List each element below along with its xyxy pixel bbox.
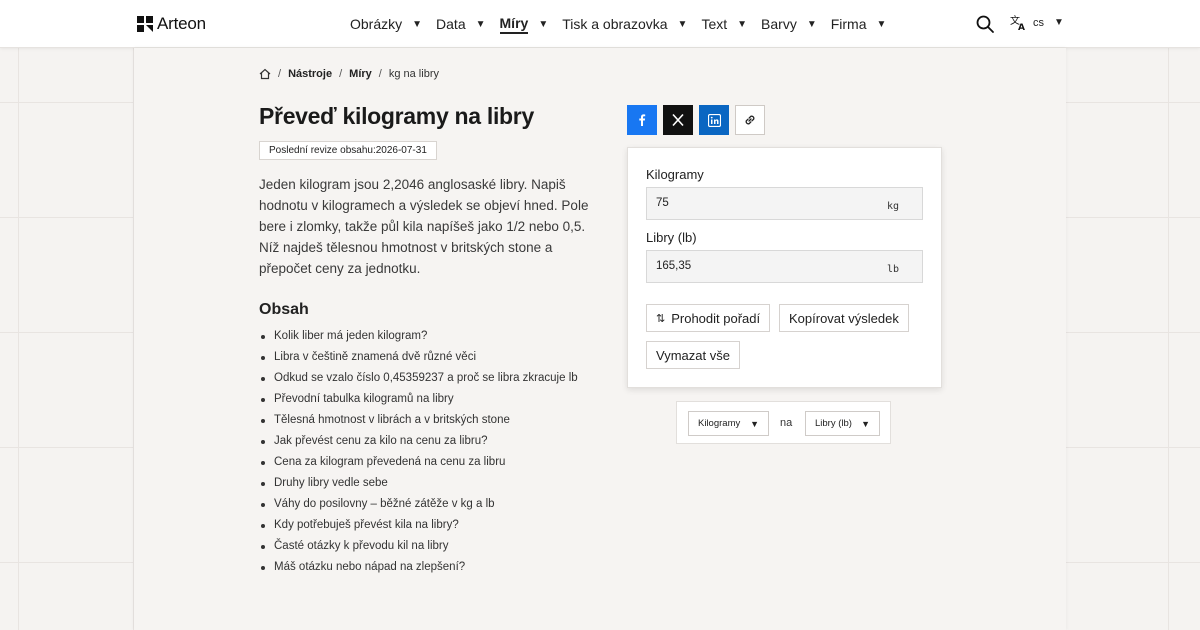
language-switcher[interactable]: 文 A cs ▼ bbox=[1010, 14, 1064, 31]
copy-result-label: Kopírovat výsledek bbox=[789, 310, 899, 326]
copy-link-button[interactable] bbox=[735, 105, 765, 135]
to-unit-select[interactable]: Libry (lb) ▼ bbox=[805, 411, 880, 436]
pounds-unit: lb bbox=[886, 264, 899, 275]
search-icon bbox=[976, 15, 994, 33]
toc-item[interactable]: Časté otázky k převodu kil na libry bbox=[259, 536, 578, 557]
caret-down-icon: ▼ bbox=[750, 418, 759, 429]
facebook-icon bbox=[639, 114, 646, 126]
logo[interactable]: Arteon bbox=[137, 14, 206, 34]
unit-switch: Kilogramy ▼ na Libry (lb) ▼ bbox=[676, 401, 891, 444]
table-of-contents: Kolik liber má jeden kilogram? Libra v č… bbox=[259, 326, 578, 578]
linkedin-icon bbox=[707, 113, 721, 127]
caret-down-icon: ▼ bbox=[677, 18, 688, 30]
toc-item[interactable]: Libra v češtině znamená dvě různé věci bbox=[259, 347, 578, 368]
x-icon bbox=[672, 113, 684, 127]
clear-all-label: Vymazat vše bbox=[656, 347, 730, 363]
language-code: cs bbox=[1033, 16, 1044, 29]
to-unit-value: Libry (lb) bbox=[815, 418, 852, 429]
swap-order-button[interactable]: ⇅ Prohodit pořadí bbox=[646, 304, 771, 332]
nav-item-tisk[interactable]: Tisk a obrazovka ▼ bbox=[562, 0, 687, 48]
kilograms-unit: kg bbox=[886, 201, 899, 212]
nav-label: Tisk a obrazovka bbox=[562, 16, 668, 32]
breadcrumb-separator: / bbox=[278, 68, 282, 80]
swap-icon: ⇅ bbox=[656, 312, 666, 325]
breadcrumb-current: kg na libry bbox=[388, 68, 439, 80]
arteon-logo-icon bbox=[137, 16, 153, 32]
kilograms-input[interactable] bbox=[656, 197, 856, 209]
caret-down-icon: ▼ bbox=[538, 18, 549, 30]
toc-item[interactable]: Máš otázku nebo nápad na zlepšení? bbox=[259, 557, 578, 578]
copy-result-button[interactable]: Kopírovat výsledek bbox=[779, 304, 909, 332]
translate-icon: 文 A bbox=[1010, 14, 1025, 31]
caret-down-icon: ▼ bbox=[412, 18, 423, 30]
intro-paragraph: Jeden kilogram jsou 2,2046 anglosaské li… bbox=[259, 177, 589, 276]
nav-label: Data bbox=[436, 16, 466, 32]
page-title: Převeď kilogramy na libry bbox=[259, 103, 534, 129]
caret-down-icon: ▼ bbox=[737, 18, 748, 30]
toc-item[interactable]: Odkud se vzalo číslo 0,45359237 a proč s… bbox=[259, 368, 578, 389]
toc-title: Obsah bbox=[259, 301, 309, 318]
toc-item[interactable]: Jak převést cenu za kilo na cenu za libr… bbox=[259, 431, 578, 452]
pounds-input[interactable] bbox=[656, 260, 856, 272]
breadcrumb-separator: / bbox=[378, 68, 382, 80]
pounds-label: Libry (lb) bbox=[646, 230, 697, 245]
toc-item[interactable]: Cena za kilogram převedená na cenu za li… bbox=[259, 452, 578, 473]
nav-item-data[interactable]: Data ▼ bbox=[436, 0, 485, 48]
toc-item[interactable]: Kolik liber má jeden kilogram? bbox=[259, 326, 578, 347]
toc-item[interactable]: Tělesná hmotnost v librách a v britských… bbox=[259, 410, 578, 431]
main-nav: Obrázky ▼ Data ▼ Míry ▼ Tisk a obrazovka ▼ T… bbox=[350, 0, 900, 48]
home-icon[interactable] bbox=[259, 68, 271, 80]
share-x-button[interactable] bbox=[663, 105, 693, 135]
breadcrumb-nastroje[interactable]: Nástroje bbox=[288, 68, 332, 80]
nav-item-firma[interactable]: Firma ▼ bbox=[831, 0, 887, 48]
share-buttons bbox=[627, 105, 765, 135]
clear-all-button[interactable]: Vymazat vše bbox=[646, 341, 740, 369]
top-bar: Arteon Obrázky ▼ Data ▼ Míry ▼ Tisk a obraz… bbox=[0, 0, 1200, 48]
caret-down-icon: ▼ bbox=[806, 18, 817, 30]
nav-item-obrazky[interactable]: Obrázky ▼ bbox=[350, 0, 422, 48]
revision-badge: Poslední revize obsahu:2026-07-31 bbox=[259, 141, 437, 160]
nav-label: Text bbox=[701, 16, 728, 32]
nav-label: Obrázky bbox=[350, 16, 403, 32]
breadcrumb-miry[interactable]: Míry bbox=[349, 68, 372, 80]
from-unit-select[interactable]: Kilogramy ▼ bbox=[688, 411, 769, 436]
nav-label: Míry bbox=[499, 15, 529, 34]
toc-item[interactable]: Druhy libry vedle sebe bbox=[259, 473, 578, 494]
logo-text: Arteon bbox=[157, 14, 206, 33]
nav-item-miry[interactable]: Míry ▼ bbox=[499, 0, 549, 48]
converter-panel: Kilogramy kg Libry (lb) lb ⇅ Prohodit po… bbox=[627, 147, 942, 388]
breadcrumb-separator: / bbox=[339, 68, 343, 80]
from-unit-value: Kilogramy bbox=[698, 418, 741, 429]
nav-item-text[interactable]: Text ▼ bbox=[701, 0, 747, 48]
caret-down-icon: ▼ bbox=[861, 418, 870, 429]
nav-item-barvy[interactable]: Barvy ▼ bbox=[761, 0, 817, 48]
share-facebook-button[interactable] bbox=[627, 105, 657, 135]
kilograms-label: Kilogramy bbox=[646, 167, 704, 182]
caret-down-icon: ▼ bbox=[1054, 17, 1064, 28]
caret-down-icon: ▼ bbox=[475, 18, 486, 30]
nav-label: Firma bbox=[830, 16, 867, 32]
toc-item[interactable]: Převodní tabulka kilogramů na libry bbox=[259, 389, 578, 410]
breadcrumb: / Nástroje / Míry / kg na libry bbox=[259, 68, 439, 80]
caret-down-icon: ▼ bbox=[876, 18, 887, 30]
search-button[interactable] bbox=[975, 14, 995, 34]
nav-label: Barvy bbox=[761, 16, 797, 32]
svg-text:A: A bbox=[1018, 23, 1025, 31]
share-linkedin-button[interactable] bbox=[699, 105, 729, 135]
toc-item[interactable]: Váhy do posilovny – běžné zátěže v kg a … bbox=[259, 494, 578, 515]
kilograms-field[interactable]: kg bbox=[646, 187, 923, 220]
pounds-field[interactable]: lb bbox=[646, 250, 923, 283]
swap-order-label: Prohodit pořadí bbox=[671, 310, 761, 326]
toc-item[interactable]: Kdy potřebuješ převést kila na libry? bbox=[259, 515, 578, 536]
link-icon bbox=[745, 115, 755, 125]
unit-joiner: na bbox=[780, 417, 793, 429]
